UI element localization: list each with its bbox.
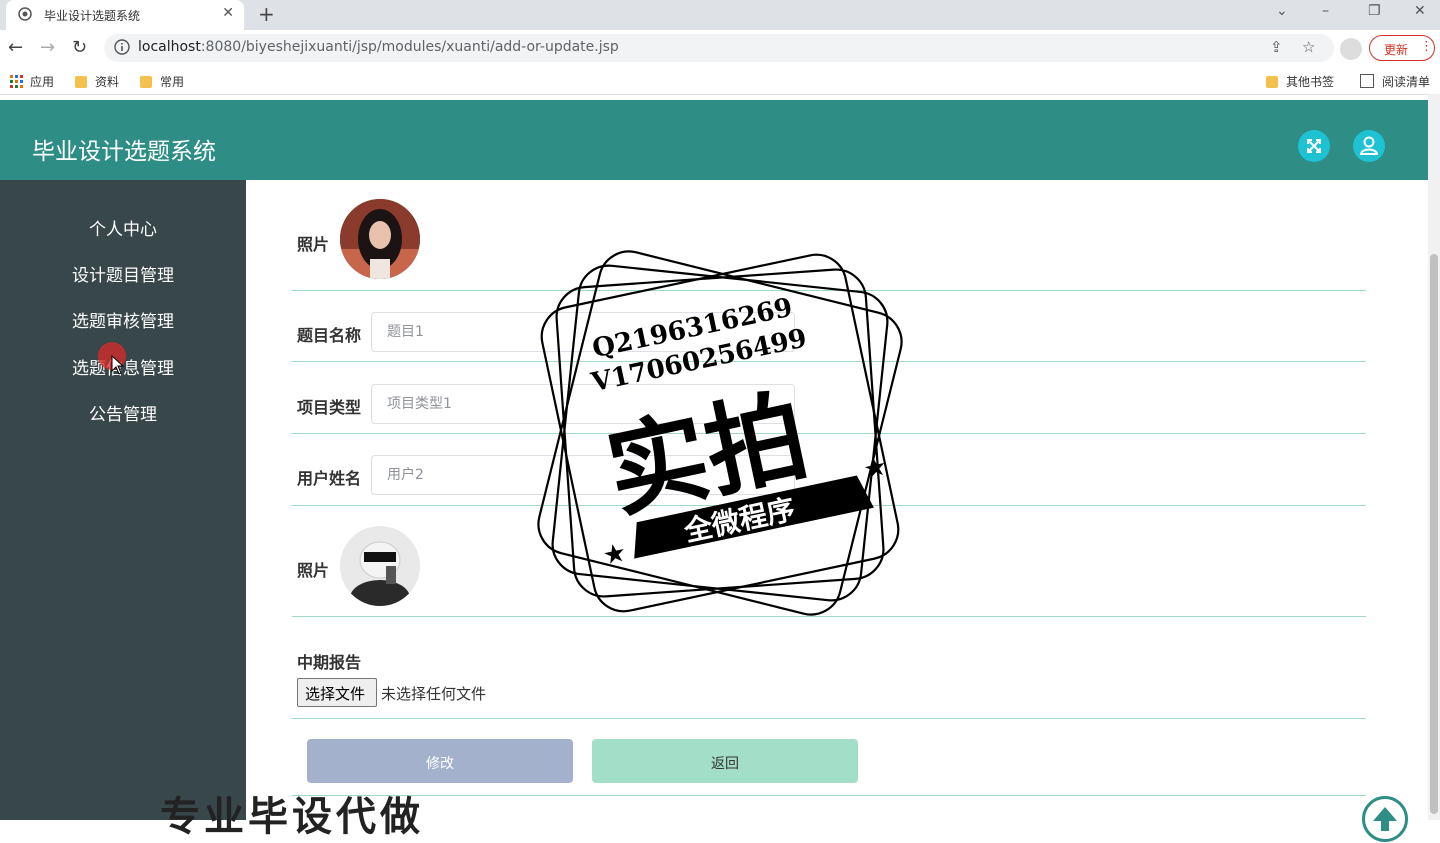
tab-title: 毕业设计选题系统 [44,9,141,23]
user-name-label: 用户姓名 [297,469,362,488]
reading-list[interactable]: 阅读清单 [1360,73,1430,90]
divider [292,795,1366,796]
profile-avatar-icon[interactable] [1340,38,1362,60]
choose-file-button[interactable]: 选择文件 [297,678,377,707]
watermark-stamp: Q2196316269 V17060256499 实拍 全微程序 ★ ★ [525,238,915,628]
project-type-label: 项目类型 [297,398,362,417]
bookmark-apps[interactable]: 应用 [10,73,54,90]
sidebar-item-personal-center[interactable]: 个人中心 [0,215,246,240]
folder-icon [75,76,87,88]
bookmark-folder[interactable]: 常用 [140,73,184,90]
more-menu-icon: ⋮ [1420,39,1433,54]
address-bar[interactable]: localhost:8080/biyeshejixuanti/jsp/modul… [104,34,1334,62]
reading-list-icon [1360,74,1374,88]
restore-icon[interactable]: ❐ [1368,3,1381,19]
browser-toolbar: ← → ↻ localhost:8080/biyeshejixuanti/jsp… [0,30,1440,68]
sidebar-item-review-management[interactable]: 选题审核管理 [0,307,246,332]
new-tab-icon[interactable]: + [258,2,275,26]
sidebar-item-notice-management[interactable]: 公告管理 [0,400,246,425]
folder-icon [140,76,152,88]
mouse-cursor-icon [111,355,125,375]
photo-preview [340,199,420,279]
user-menu-button[interactable] [1353,130,1385,162]
portrait-image [340,199,420,279]
back-to-top-button[interactable] [1362,796,1408,842]
sidebar: 个人中心 设计题目管理 选题审核管理 选题信息管理 公告管理 [0,180,246,820]
window-close-icon[interactable]: ✕ [1414,3,1426,19]
page-scrollbar[interactable] [1428,94,1440,820]
reload-icon[interactable]: ↻ [72,37,87,58]
fullscreen-icon [1307,139,1321,153]
bookmark-star-icon[interactable]: ☆ [1302,38,1315,56]
bottom-watermark-text: 专业毕设代做 [160,794,424,840]
fullscreen-button[interactable] [1298,130,1330,162]
sidebar-item-topic-management[interactable]: 设计题目管理 [0,261,246,286]
forward-icon[interactable]: → [40,37,55,58]
scrollbar-thumb[interactable] [1430,254,1438,814]
tab-search-icon[interactable]: ⌄ [1276,3,1288,19]
portrait-image [340,526,420,606]
midterm-report-label: 中期报告 [297,653,362,672]
photo-preview [340,526,420,606]
stamp-star-icon: ★ [861,451,890,485]
folder-icon [1266,76,1278,88]
site-info-icon[interactable] [114,39,130,55]
stamp-star-icon: ★ [600,537,629,571]
stamp-graphic: Q2196316269 V17060256499 实拍 全微程序 ★ ★ [537,250,903,616]
app-header: 毕业设计选题系统 [0,100,1428,180]
site-title: 毕业设计选题系统 [32,139,216,165]
bookmark-other[interactable]: 其他书签 [1266,73,1334,90]
back-icon[interactable]: ← [8,37,23,58]
minimize-icon[interactable]: – [1322,3,1329,19]
user-icon [1359,136,1379,155]
file-status-text: 未选择任何文件 [381,685,487,703]
bookmark-folder[interactable]: 资料 [75,73,119,90]
photo-label: 照片 [297,235,330,254]
bookmarks-bar: 应用 资料 常用 其他书签 阅读清单 [0,68,1440,95]
browser-tab-bar: 毕业设计选题系统 ✕ + ⌄ – ❐ ✕ [0,0,1440,30]
modify-button[interactable]: 修改 [307,739,573,783]
tab-close-icon[interactable]: ✕ [222,5,234,21]
apps-grid-icon [10,75,23,88]
back-button[interactable]: 返回 [592,739,858,783]
share-icon[interactable]: ⇪ [1270,38,1283,56]
topic-name-label: 题目名称 [297,326,362,345]
divider [292,718,1366,719]
site-favicon-icon [18,7,32,21]
update-button[interactable]: 更新 ⋮ [1369,35,1435,61]
arrow-up-icon [1373,807,1397,831]
url-text: localhost:8080/biyeshejixuanti/jsp/modul… [138,39,619,55]
browser-tab[interactable]: 毕业设计选题系统 ✕ [6,0,244,30]
photo-label: 照片 [297,561,330,580]
